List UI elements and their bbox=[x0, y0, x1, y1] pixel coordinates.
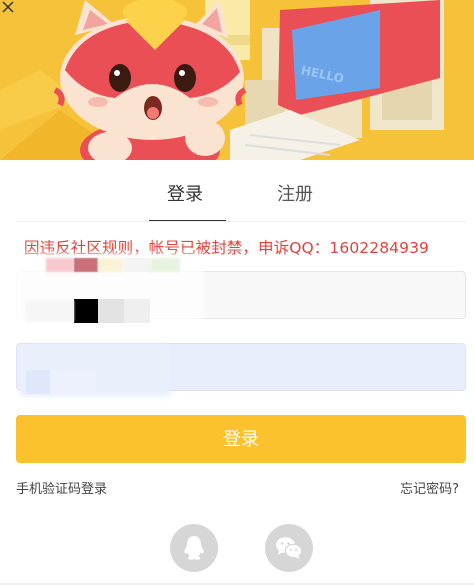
tab-register[interactable]: 注册 bbox=[277, 180, 313, 206]
mascot-cat-illustration: HELLO bbox=[0, 0, 474, 160]
tab-login[interactable]: 登录 bbox=[167, 180, 203, 206]
sms-login-link[interactable]: 手机验证码登录 bbox=[16, 478, 107, 497]
auth-tabs: 登录 注册 bbox=[0, 160, 474, 222]
wechat-login-button[interactable] bbox=[265, 524, 313, 572]
banner-illustration: HELLO bbox=[0, 0, 474, 160]
qq-penguin-icon bbox=[184, 536, 204, 560]
login-button[interactable]: 登录 bbox=[16, 415, 466, 463]
qq-login-button[interactable] bbox=[170, 524, 218, 572]
wechat-icon bbox=[276, 537, 303, 559]
forgot-password-link[interactable]: 忘记密码? bbox=[400, 478, 459, 497]
close-icon[interactable] bbox=[0, 0, 14, 14]
tabs-divider bbox=[16, 221, 466, 222]
